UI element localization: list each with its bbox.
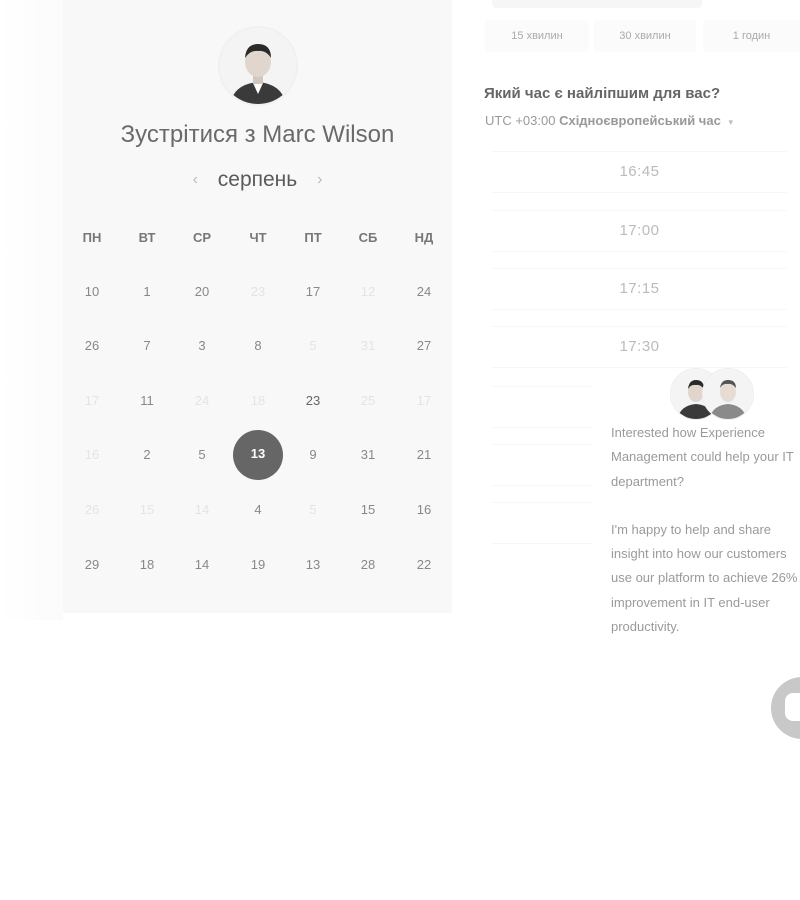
time-slot-hidden[interactable] <box>492 386 592 428</box>
weekday-label: ПН <box>82 230 102 245</box>
weekday-label: ПТ <box>304 230 322 245</box>
chat-message: Interested how Experience Management cou… <box>611 421 800 663</box>
timezone-offset: UTC +03:00 <box>485 113 556 128</box>
calendar-day: 12 <box>360 284 376 299</box>
time-slot-hidden[interactable] <box>492 502 592 544</box>
calendar-day: 31 <box>360 338 376 353</box>
weekday-label: ВТ <box>138 230 156 245</box>
calendar-day[interactable]: 19 <box>238 555 278 575</box>
meeting-type-selector <box>492 0 702 8</box>
calendar-day[interactable]: 10 <box>72 282 112 302</box>
calendar-day[interactable]: 27 <box>404 336 444 356</box>
calendar-day[interactable]: 4 <box>238 500 278 520</box>
calendar-day[interactable]: 7 <box>127 336 167 356</box>
time-slot[interactable]: 16:45 <box>492 151 787 193</box>
chat-launcher-button[interactable] <box>771 677 800 739</box>
page-title: Зустрітися з Marc Wilson <box>120 121 395 148</box>
calendar-day: 14 <box>194 502 210 517</box>
calendar-day: 15 <box>139 502 155 517</box>
calendar-day: 5 <box>309 338 317 353</box>
calendar-day: 25 <box>360 393 376 408</box>
calendar-day: 17 <box>84 393 100 408</box>
chat-message-body: I'm happy to help and share insight into… <box>611 521 798 635</box>
calendar-day[interactable]: 24 <box>404 282 444 302</box>
calendar-day[interactable]: 17 <box>293 282 333 302</box>
calendar-day[interactable]: 29 <box>72 555 112 575</box>
calendar-day[interactable]: 8 <box>238 336 278 356</box>
calendar-day: 24 <box>194 393 210 408</box>
selected-day[interactable]: 13 <box>233 430 283 480</box>
calendar-day[interactable]: 14 <box>182 555 222 575</box>
agent-avatar <box>702 368 754 420</box>
time-slot[interactable]: 17:30 <box>492 326 787 368</box>
calendar-day[interactable]: 21 <box>404 445 444 465</box>
weekday-label: СБ <box>358 230 378 245</box>
calendar-day: 5 <box>309 502 317 517</box>
weekday-label: ЧТ <box>249 230 267 245</box>
host-avatar <box>220 28 296 104</box>
calendar-day: 16 <box>84 447 100 462</box>
weekday-label: НД <box>414 230 434 245</box>
timezone-name: Східноєвропейський час <box>559 113 721 128</box>
calendar-day[interactable]: 31 <box>348 445 388 465</box>
page-shadow <box>0 0 63 620</box>
calendar-day: 17 <box>416 393 432 408</box>
time-slot[interactable]: 17:00 <box>492 210 787 252</box>
time-question: Який час є найліпшим для вас? <box>484 85 721 102</box>
chevron-right-icon[interactable]: › <box>303 171 336 188</box>
time-slot[interactable]: 17:15 <box>492 268 787 310</box>
calendar-day[interactable]: 26 <box>72 336 112 356</box>
calendar-day[interactable]: 3 <box>182 336 222 356</box>
calendar-day[interactable]: 18 <box>127 555 167 575</box>
chat-icon <box>785 693 800 721</box>
calendar-day[interactable]: 9 <box>293 445 333 465</box>
calendar-day[interactable]: 13 <box>293 555 333 575</box>
calendar-day[interactable]: 16 <box>404 500 444 520</box>
caret-down-icon: ▾ <box>728 117 733 127</box>
calendar-day: 23 <box>250 284 266 299</box>
calendar-day[interactable]: 22 <box>404 555 444 575</box>
calendar-day[interactable]: 20 <box>182 282 222 302</box>
duration-tab-15[interactable]: 15 хвилин <box>485 20 589 52</box>
timezone-selector[interactable]: UTC +03:00 Східноєвропейський час ▾ <box>485 113 733 128</box>
duration-tab-60[interactable]: 1 годин <box>703 20 800 52</box>
chat-message-intro: Interested how Experience Management cou… <box>611 425 794 489</box>
calendar-day[interactable]: 23 <box>293 391 333 411</box>
chat-agents <box>670 368 754 420</box>
duration-tab-30[interactable]: 30 хвилин <box>594 20 696 52</box>
calendar-day[interactable]: 2 <box>127 445 167 465</box>
month-label: серпень <box>217 168 298 191</box>
calendar-day[interactable]: 11 <box>127 391 167 411</box>
chevron-left-icon[interactable]: ‹ <box>179 171 212 188</box>
weekday-label: СР <box>192 230 212 245</box>
time-slot-hidden[interactable] <box>492 444 592 486</box>
calendar-day[interactable]: 15 <box>348 500 388 520</box>
calendar-day[interactable]: 5 <box>182 445 222 465</box>
calendar-day: 18 <box>250 393 266 408</box>
calendar-day[interactable]: 1 <box>127 282 167 302</box>
month-navigator: ‹ серпень › <box>63 168 452 192</box>
calendar-day[interactable]: 28 <box>348 555 388 575</box>
calendar-day: 26 <box>84 502 100 517</box>
